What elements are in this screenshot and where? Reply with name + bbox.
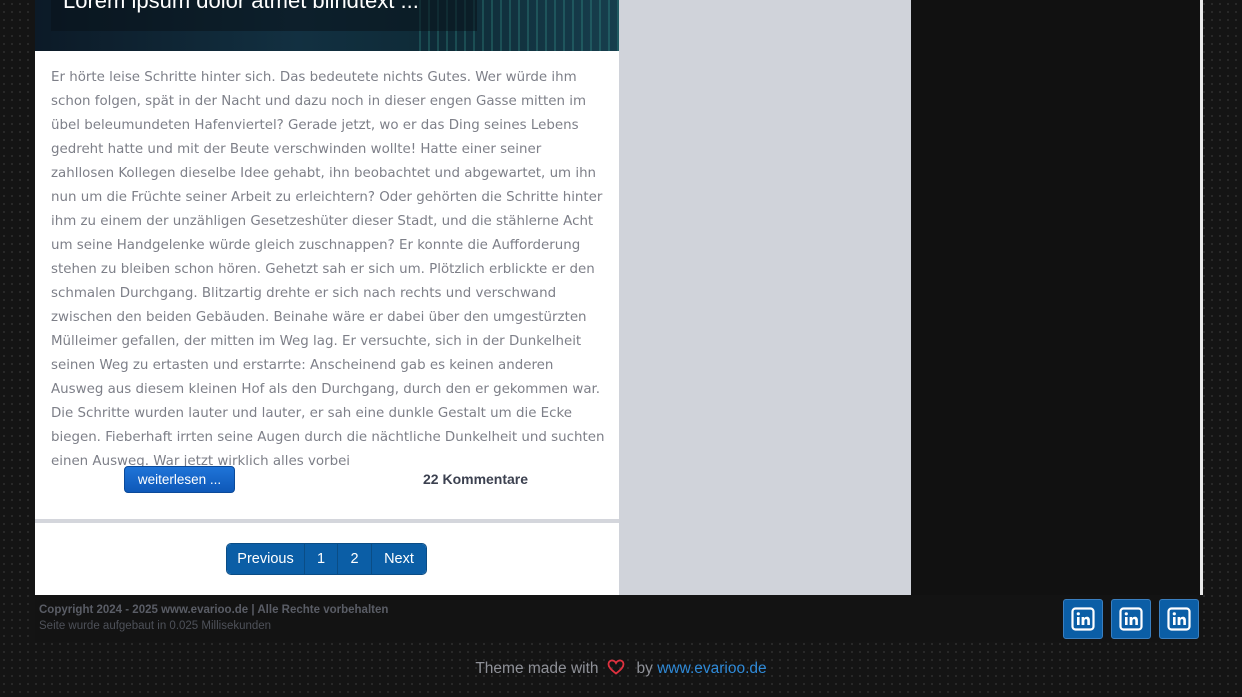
theme-credit: Theme made with by www.evarioo.de (0, 659, 1242, 680)
read-more-button[interactable]: weiterlesen ... (124, 466, 235, 493)
comments-count-link[interactable]: 22 Kommentare (423, 471, 528, 487)
linkedin-icon[interactable] (1111, 599, 1151, 639)
pagination-page-2[interactable]: 2 (338, 544, 372, 574)
article-hero-image: Lorem ipsum dolor atmet blindtext ... (35, 0, 619, 51)
pagination-next-button[interactable]: Next (372, 544, 426, 574)
section-divider (35, 519, 619, 523)
article-excerpt: Er hörte leise Schritte hinter sich. Das… (51, 70, 605, 469)
theme-credit-prefix: Theme made with (475, 660, 599, 677)
main-content: Lorem ipsum dolor atmet blindtext ... Er… (35, 0, 619, 595)
footer: Copyright 2024 - 2025 www.evarioo.de | A… (35, 595, 1203, 642)
pagination: Previous 1 2 Next (226, 543, 427, 575)
article-title[interactable]: Lorem ipsum dolor atmet blindtext ... (63, 0, 419, 14)
heart-icon (607, 659, 625, 680)
page-build-time: Seite wurde aufgebaut in 0.025 Milliseku… (39, 620, 272, 632)
theme-author-link[interactable]: www.evarioo.de (657, 660, 766, 677)
pagination-previous-button[interactable]: Previous (227, 544, 305, 574)
linkedin-icon[interactable] (1063, 599, 1103, 639)
copyright-text: Copyright 2024 - 2025 www.evarioo.de | A… (39, 604, 389, 616)
sidebar (619, 0, 911, 595)
theme-credit-by: by (636, 660, 653, 677)
linkedin-icon[interactable] (1159, 599, 1199, 639)
pagination-page-1[interactable]: 1 (305, 544, 338, 574)
